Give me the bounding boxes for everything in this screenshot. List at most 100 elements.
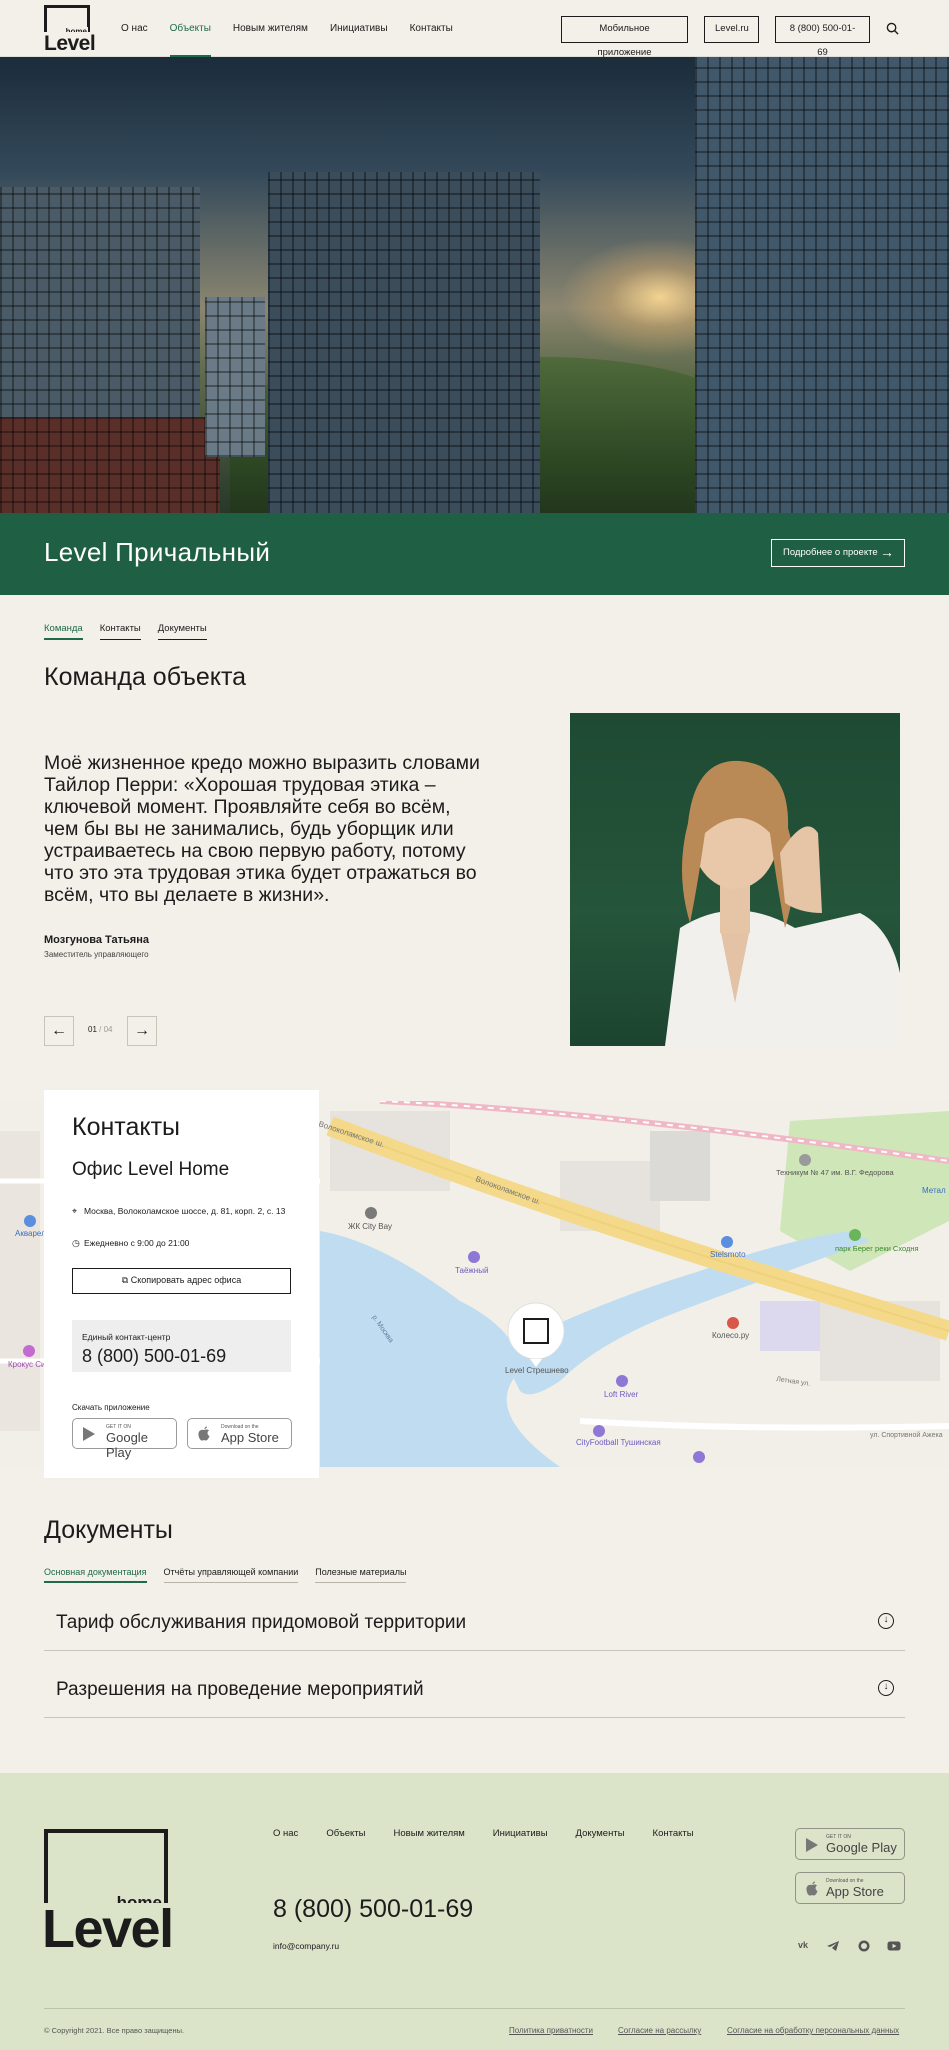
apple-icon — [198, 1426, 210, 1441]
nav-initiatives[interactable]: Инициативы — [330, 0, 388, 57]
office-hours-text: Ежедневно с 9:00 до 21:00 — [84, 1238, 190, 1248]
map-label-city-bay: ЖК City Bay — [348, 1222, 392, 1231]
person-photo-illustration — [665, 760, 900, 1046]
google-play-big: Google Play — [106, 1430, 148, 1460]
level-site-button[interactable]: Level.ru — [704, 16, 759, 43]
document-row[interactable]: Разрешения на проведение мероприятий ↓ — [44, 1660, 905, 1718]
tab-useful[interactable]: Полезные материалы — [315, 1567, 407, 1583]
clock-icon: ◷ — [72, 1238, 80, 1248]
footer-google-play-button[interactable]: GET IT ON Google Play — [795, 1828, 905, 1860]
personal-data-consent-link[interactable]: Согласие на обработку персональных данны… — [727, 2026, 899, 2035]
map-label-tech: Техникум № 47 им. В.Г. Федорова — [776, 1168, 894, 1177]
page: home Level О нас Объекты Новым жителям И… — [0, 0, 949, 2050]
phone-button[interactable]: 8 (800) 500-01-69 — [775, 16, 870, 58]
nav-about[interactable]: О нас — [121, 0, 148, 57]
footer-app-store-button[interactable]: Download on the App Store — [795, 1872, 905, 1904]
map-label-football: CityFootball Тушинская — [576, 1438, 661, 1447]
contact-center-label: Единый контакт-центр — [82, 1332, 171, 1342]
contacts-heading: Контакты — [72, 1113, 180, 1141]
slider-counter: 01 / 04 — [88, 1025, 112, 1034]
main-nav: О нас Объекты Новым жителям Инициативы К… — [121, 0, 475, 57]
slider-counter-current: 01 — [88, 1025, 97, 1034]
slider-next-button[interactable]: → — [127, 1016, 157, 1046]
slider-prev-button[interactable]: ← — [44, 1016, 74, 1046]
contact-center-phone[interactable]: 8 (800) 500-01-69 — [82, 1346, 281, 1367]
app-store-button[interactable]: Download on the App Store — [187, 1418, 292, 1449]
office-address-text: Москва, Волоколамское шоссе, д. 81, корп… — [84, 1206, 286, 1216]
footer-logo[interactable]: home Level — [42, 1829, 177, 1956]
footer-nav-about[interactable]: О нас — [273, 1828, 298, 1839]
map-label-stelsmoto: Stelsmoto — [710, 1250, 746, 1259]
map-label-koleso: Колесо.ру — [712, 1331, 749, 1340]
map-label-metal: Метал — [922, 1186, 946, 1195]
map-label-sport: ул. Спортивной Ажека — [870, 1431, 943, 1439]
hero-building-distant — [205, 297, 265, 457]
person-photo — [570, 713, 900, 1046]
footer-divider — [44, 2008, 905, 2009]
team-heading: Команда объекта — [44, 663, 247, 691]
footer-nav-contacts[interactable]: Контакты — [653, 1828, 694, 1839]
footer-email[interactable]: info@company.ru — [273, 1941, 339, 1951]
footer-nav-objects[interactable]: Объекты — [326, 1828, 365, 1839]
copy-address-button[interactable]: ⧉ Скопировать адрес офиса — [72, 1268, 291, 1294]
document-row[interactable]: Тариф обслуживания придомовой территории… — [44, 1593, 905, 1651]
copy-icon: ⧉ — [121, 1275, 129, 1285]
person-role: Заместитель управляющего — [44, 950, 149, 959]
tab-main-docs[interactable]: Основная документация — [44, 1567, 147, 1583]
document-title: Тариф обслуживания придомовой территории — [56, 1612, 467, 1633]
footer-phone[interactable]: 8 (800) 500-01-69 — [273, 1895, 473, 1924]
footer: home Level О нас Объекты Новым жителям И… — [0, 1773, 949, 2050]
map-label-marker: Level Стрешнево — [505, 1366, 569, 1375]
download-icon[interactable]: ↓ — [878, 1680, 894, 1696]
arrow-right-icon: → — [880, 544, 894, 560]
office-hours: ◷ Ежедневно с 9:00 до 21:00 — [72, 1238, 189, 1248]
footer-nav-new-residents[interactable]: Новым жителям — [394, 1828, 465, 1839]
contact-center: Единый контакт-центр 8 (800) 500-01-69 — [72, 1320, 291, 1372]
footer-app-store-big: App Store — [826, 1884, 884, 1899]
tab-documents[interactable]: Документы — [157, 623, 207, 640]
logo[interactable]: home Level — [44, 5, 98, 56]
footer-google-play-big: Google Play — [826, 1840, 897, 1855]
map-label-park: парк Берег реки Сходня — [835, 1244, 919, 1253]
telegram-icon[interactable] — [826, 1940, 840, 1952]
copyright: © Copyright 2021. Все право защищены. — [44, 2026, 185, 2035]
whatsapp-icon[interactable] — [857, 1940, 871, 1952]
footer-nav-initiatives[interactable]: Инициативы — [493, 1828, 548, 1839]
privacy-link[interactable]: Политика приватности — [509, 2026, 593, 2035]
app-store-big: App Store — [221, 1430, 279, 1445]
download-icon[interactable]: ↓ — [878, 1613, 894, 1629]
nav-new-residents[interactable]: Новым жителям — [233, 0, 308, 57]
hero-building-center — [268, 172, 540, 513]
nav-contacts[interactable]: Контакты — [410, 0, 453, 57]
hero-building-right — [695, 57, 949, 513]
nav-objects[interactable]: Объекты — [169, 0, 212, 57]
tab-contacts[interactable]: Контакты — [99, 623, 141, 640]
documents-heading: Документы — [44, 1516, 173, 1544]
footer-nav-documents[interactable]: Документы — [576, 1828, 625, 1839]
newsletter-consent-link[interactable]: Согласие на рассылку — [618, 2026, 701, 2035]
document-title: Разрешения на проведение мероприятий — [56, 1679, 424, 1700]
contacts-card: Контакты Офис Level Home ⌖ Москва, Волок… — [44, 1090, 319, 1478]
mobile-app-button[interactable]: Мобильное приложение — [561, 16, 688, 58]
office-address: ⌖ Москва, Волоколамское шоссе, д. 81, ко… — [72, 1205, 297, 1217]
download-app-label: Скачать приложение — [72, 1403, 150, 1412]
footer-logo-big: Level — [42, 1902, 177, 1956]
map-label-taejnyy: Таёжный — [455, 1266, 488, 1275]
google-play-button[interactable]: GET IT ON Google Play — [72, 1418, 177, 1460]
map-label-loft: Loft River — [604, 1390, 639, 1399]
logo-big-text: Level — [44, 32, 98, 56]
project-more-label: Подробнее о проекте — [783, 547, 878, 558]
tab-reports[interactable]: Отчёты управляющей компании — [163, 1567, 299, 1583]
person-name: Мозгунова Татьяна — [44, 934, 149, 946]
project-more-button[interactable]: Подробнее о проекте → — [771, 539, 905, 567]
google-play-icon — [83, 1427, 95, 1441]
footer-nav: О нас Объекты Новым жителям Инициативы Д… — [273, 1828, 722, 1839]
tab-team[interactable]: Команда — [44, 623, 83, 640]
documents-tabs: Основная документация Отчёты управляющей… — [44, 1567, 423, 1583]
youtube-icon[interactable] — [887, 1940, 901, 1952]
location-pin-icon: ⌖ — [72, 1206, 78, 1216]
apple-icon — [806, 1881, 818, 1896]
section-tabs: Команда Контакты Документы — [44, 623, 224, 640]
search-icon[interactable] — [886, 22, 899, 35]
vk-icon[interactable]: vk — [796, 1940, 810, 1952]
